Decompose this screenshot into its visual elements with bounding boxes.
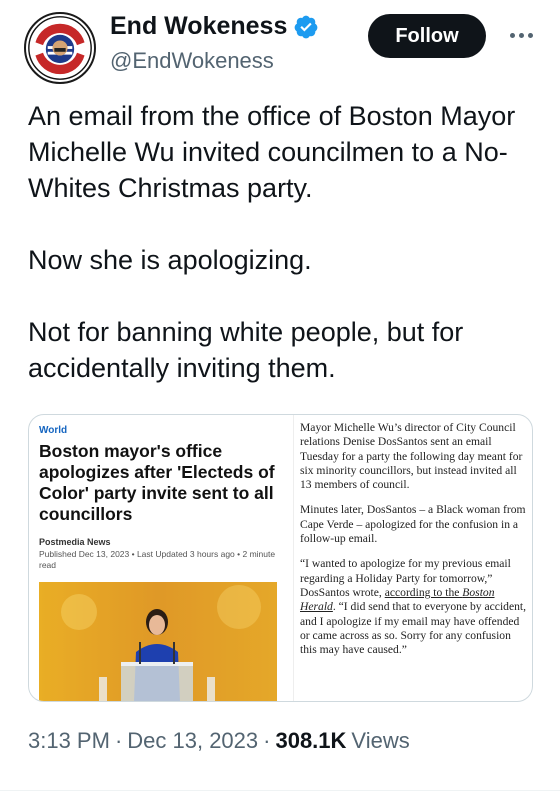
more-dot <box>509 32 515 38</box>
author-display-name[interactable]: End Wokeness <box>110 12 287 41</box>
divider <box>0 790 560 791</box>
article-body: Mayor Michelle Wu’s director of City Cou… <box>300 421 530 668</box>
views-label: Views <box>351 728 410 753</box>
more-dot <box>527 32 533 38</box>
mayor-podium-photo-icon <box>39 582 277 701</box>
article-link-text: according to the <box>384 585 463 599</box>
more-horizontal-icon[interactable] <box>504 20 538 50</box>
tweet-paragraph: Not for banning white people, but for ac… <box>28 317 464 383</box>
article-paragraph: Minutes later, DosSantos – a Black woman… <box>300 503 526 546</box>
avatar-badge-icon <box>26 14 94 82</box>
meta-separator: · <box>263 728 271 753</box>
verified-badge-icon <box>295 15 318 38</box>
tweet-time[interactable]: 3:13 PM <box>28 728 110 754</box>
tweet-paragraph: An email from the office of Boston Mayor… <box>28 101 516 203</box>
tweet-date[interactable]: Dec 13, 2023 <box>127 728 258 754</box>
article-quote-part: . “I did send that to everyone by accide… <box>300 600 527 657</box>
avatar[interactable] <box>24 12 96 84</box>
article-paragraph: “I wanted to apologize for my previous e… <box>300 557 530 657</box>
article-published: Published Dec 13, 2023 • Last Updated 3 … <box>39 549 276 570</box>
article-photo <box>39 582 277 701</box>
author-handle[interactable]: @EndWokeness <box>110 48 274 74</box>
article-source: Postmedia News <box>39 537 111 547</box>
author-name-row[interactable]: End Wokeness <box>110 12 319 41</box>
attached-image-card[interactable]: World Boston mayor's office apologizes a… <box>28 414 533 702</box>
section-label: World <box>39 425 68 436</box>
article-body-panel: Mayor Michelle Wu’s director of City Cou… <box>293 415 531 701</box>
more-dot <box>518 32 524 38</box>
tweet-text: An email from the office of Boston Mayor… <box>28 98 538 386</box>
tweet-paragraph: Now she is apologizing. <box>28 245 312 275</box>
article-header-panel: World Boston mayor's office apologizes a… <box>29 415 287 701</box>
tweet-meta: 3:13 PM · Dec 13, 2023 · 308.1K Views <box>28 728 410 754</box>
follow-button[interactable]: Follow <box>368 14 486 58</box>
meta-separator: · <box>114 728 123 753</box>
article-headline: Boston mayor's office apologizes after '… <box>39 441 275 524</box>
tweet-header: End Wokeness @EndWokeness Follow <box>0 0 560 90</box>
article-paragraph: Mayor Michelle Wu’s director of City Cou… <box>300 421 523 492</box>
views-count[interactable]: 308.1K <box>275 728 346 754</box>
